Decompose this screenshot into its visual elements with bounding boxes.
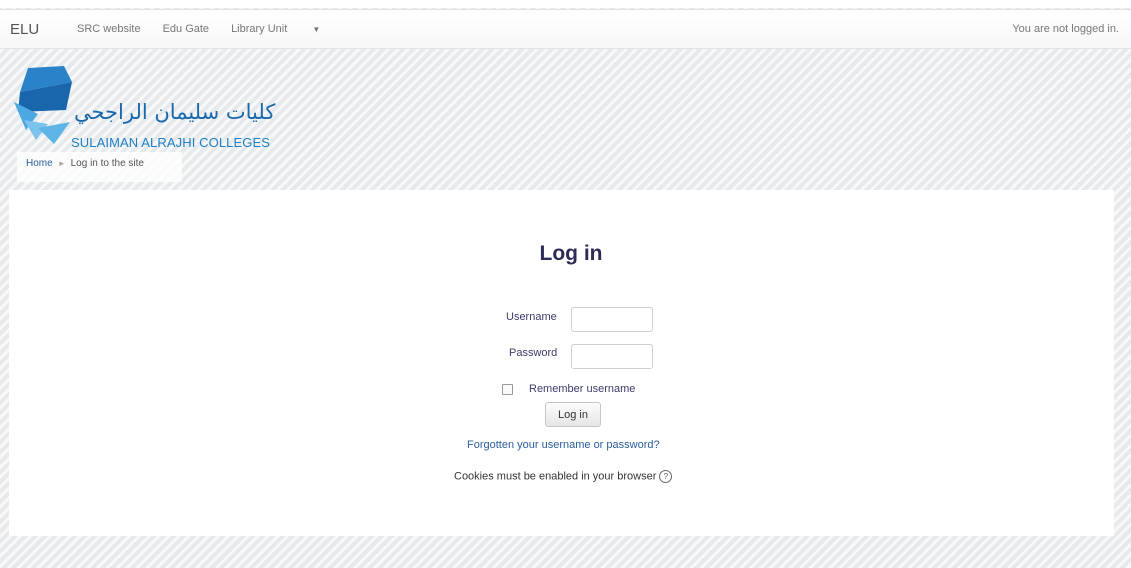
top-strip [0, 0, 1131, 8]
nav-link-edu-gate[interactable]: Edu Gate [163, 23, 209, 35]
password-input[interactable] [571, 344, 653, 369]
remember-username-label: Remember username [529, 383, 636, 395]
nav-links: SRC website Edu Gate Library Unit ▼ [77, 23, 364, 35]
login-panel: Log in Username Password Remember userna… [9, 190, 1114, 536]
nav-dropdown-library-unit[interactable]: Library Unit ▼ [231, 23, 342, 35]
question-circle-icon[interactable]: ? [659, 470, 673, 483]
forgot-password-link[interactable]: Forgotten your username or password? [467, 439, 660, 451]
login-button[interactable]: Log in [545, 402, 601, 427]
login-title: Log in [539, 242, 603, 265]
nav-dropdown-label: Library Unit [231, 23, 288, 35]
triangle-right-icon: ► [57, 159, 66, 168]
logo-english-text: SULAIMAN ALRAJHI COLLEGES [71, 135, 271, 150]
logo-mark-icon [14, 66, 72, 144]
login-status-text: You are not logged in. [1012, 23, 1119, 35]
college-logo[interactable]: كليات سليمان الراجحي SULAIMAN ALRAJHI CO… [14, 66, 276, 150]
caret-down-icon: ▼ [312, 25, 321, 34]
top-navbar: ELU SRC website Edu Gate Library Unit ▼ Y… [0, 9, 1131, 49]
brand-link[interactable]: ELU [10, 21, 39, 38]
username-label: Username [506, 311, 557, 323]
cookies-notice-text: Cookies must be enabled in your browser [454, 470, 657, 483]
breadcrumb: Home ► Log in to the site [17, 152, 182, 182]
logo-arabic-text: كليات سليمان الراجحي [74, 100, 276, 124]
password-label: Password [509, 347, 558, 359]
cookies-notice: Cookies must be enabled in your browser? [454, 470, 673, 483]
remember-username-checkbox[interactable] [502, 384, 513, 395]
breadcrumb-current: Log in to the site [70, 158, 144, 169]
username-input[interactable] [571, 307, 653, 332]
breadcrumb-home-link[interactable]: Home [26, 158, 53, 169]
nav-link-src-website[interactable]: SRC website [77, 23, 141, 35]
